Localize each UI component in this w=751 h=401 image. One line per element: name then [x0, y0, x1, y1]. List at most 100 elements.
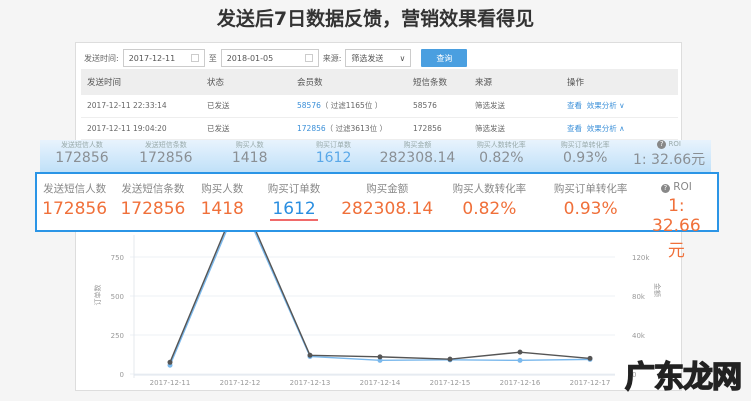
- summary-metric: 购买人数 1418: [208, 140, 292, 173]
- metric-label-text: ROI: [673, 181, 692, 193]
- metric-label: 购买人数: [208, 140, 292, 150]
- x-tick-label: 2017-12-15: [430, 379, 471, 387]
- x-tick-label: 2017-12-13: [290, 379, 331, 387]
- metric-label: 购买人数转化率: [459, 140, 543, 150]
- metric-label: 购买人数转化率: [445, 181, 533, 196]
- data-point: [517, 357, 523, 363]
- metric-label-text: 购买人数转化率: [452, 183, 527, 195]
- metric-label: 发送短信条数: [120, 181, 186, 196]
- metric-value-text: 0.93%: [562, 150, 608, 166]
- metric-label: 购买金额: [341, 181, 433, 196]
- metric-value-text: 172856: [120, 199, 186, 219]
- summary-metric: ? ROI 1: 32.66元: [627, 140, 711, 173]
- metric-value-text[interactable]: 1612: [270, 199, 318, 221]
- y-tick-label: 500: [111, 293, 124, 301]
- metric-value-text[interactable]: 1612: [316, 150, 352, 166]
- metric-value-text: 1418: [231, 150, 268, 166]
- metric-label-text: 购买金额: [403, 141, 432, 149]
- metric-label-text: 购买金额: [366, 183, 409, 195]
- x-tick-label: 2017-12-17: [570, 379, 611, 387]
- metric-value: 0.93%: [543, 150, 627, 166]
- metric-value-text: 282308.14: [341, 199, 434, 219]
- y-tick-label: 250: [111, 332, 124, 340]
- metric-value: 0.82%: [459, 150, 543, 166]
- metric-value: 172856: [40, 150, 124, 166]
- metric-value: 1612: [259, 199, 329, 221]
- metric-label: 购买金额: [376, 140, 460, 150]
- x-tick-label: 2017-12-11: [150, 379, 191, 387]
- data-point: [587, 355, 593, 361]
- metric-label: ? ROI: [648, 181, 705, 193]
- summary-metric: 发送短信人数 172856: [40, 140, 124, 173]
- metric-label: 购买订单数: [292, 140, 376, 150]
- metric-value: 0.93%: [546, 199, 636, 219]
- y2-tick-label: 80k: [632, 293, 646, 301]
- metric-label-text: 发送短信人数: [43, 183, 107, 195]
- metric-label-text: 发送短信条数: [144, 141, 187, 149]
- metric-label-text: 购买人数转化率: [476, 141, 526, 149]
- metric-value: 1612: [292, 150, 376, 166]
- metric-value-text: 1: 32.66元: [652, 196, 701, 261]
- metric-value-text: 0.82%: [462, 199, 517, 219]
- metric-label: 发送短信条数: [124, 140, 208, 150]
- y-axis-label: 订单数: [93, 285, 102, 306]
- metric-label-text: 购买订单数: [316, 141, 352, 149]
- summary-metric: 购买订单数 1612: [292, 140, 376, 173]
- metric-value: 1: 32.66元: [648, 196, 705, 261]
- metric-value: 1418: [208, 150, 292, 166]
- metric-value-text: 172856: [139, 150, 193, 166]
- metric-value-text: 1418: [200, 199, 244, 219]
- metric-value: 172856: [120, 199, 186, 219]
- data-point: [517, 349, 523, 355]
- metric-value-text: 172856: [42, 199, 108, 219]
- metric-value-text: 1: 32.66元: [632, 152, 706, 168]
- metric-value: 1418: [198, 199, 247, 219]
- metric-label-text: 购买订单数: [267, 183, 321, 195]
- metric-label: 发送短信人数: [40, 140, 124, 150]
- metric-label: ? ROI: [627, 140, 711, 149]
- summary-metric: 发送短信条数 172856: [124, 140, 208, 173]
- data-point: [447, 356, 453, 362]
- metric-value: 282308.14: [376, 150, 460, 166]
- y2-axis-label: 金额: [653, 283, 662, 297]
- metric-value-text: 0.93%: [563, 199, 618, 219]
- metric-label-text: 购买订单转化率: [553, 183, 628, 195]
- help-icon[interactable]: ?: [660, 184, 670, 193]
- metric-value-text: 282308.14: [379, 150, 456, 166]
- metric-value-text: 172856: [55, 150, 109, 166]
- summary-metric: 发送短信人数 172856: [41, 174, 108, 230]
- data-point: [307, 352, 313, 358]
- metric-label: 购买人数: [198, 181, 247, 196]
- summary-metric: 购买金额 282308.14: [341, 174, 433, 230]
- metric-label-text: 购买订单转化率: [560, 141, 610, 149]
- metric-label-text: 购买人数: [201, 183, 244, 195]
- x-tick-label: 2017-12-14: [360, 379, 401, 387]
- summary-metric: 购买人数 1418: [198, 174, 247, 230]
- metric-value: 1: 32.66元: [627, 149, 711, 169]
- metric-label-text: 发送短信条数: [121, 183, 185, 195]
- y2-tick-label: 40k: [632, 332, 646, 340]
- help-icon[interactable]: ?: [657, 140, 667, 149]
- metric-label: 购买订单数: [259, 181, 329, 196]
- summary-metric: ? ROI 1: 32.66元: [648, 174, 705, 261]
- y-tick-label: 0: [120, 371, 124, 379]
- metric-label: 购买订单转化率: [543, 140, 627, 150]
- metric-value: 172856: [41, 199, 108, 219]
- data-point: [167, 359, 173, 365]
- metric-label: 发送短信人数: [41, 181, 108, 196]
- summary-metric: 购买订单转化率 0.93%: [543, 140, 627, 173]
- summary-metric: 购买金额 282308.14: [376, 140, 460, 173]
- summary-row-background: 发送短信人数 172856 发送短信条数 172856 购买人数 1418 购买订单数 161…: [40, 140, 711, 173]
- summary-metric: 购买人数转化率 0.82%: [445, 174, 533, 230]
- summary-metric: 发送短信条数 172856: [120, 174, 186, 230]
- metric-label-text: ROI: [668, 140, 681, 148]
- y-tick-label: 750: [111, 254, 124, 262]
- metric-value-text: 0.82%: [479, 150, 524, 166]
- metric-label-text: 购买人数: [235, 141, 264, 149]
- data-point: [377, 354, 383, 360]
- x-tick-label: 2017-12-16: [500, 379, 541, 387]
- summary-highlight-card: 发送短信人数 172856 发送短信条数 172856 购买人数 1418 购买订单数 161…: [35, 172, 719, 261]
- metric-value: 172856: [124, 150, 208, 166]
- summary-metric: 购买订单数 1612: [259, 174, 329, 230]
- metric-label: 购买订单转化率: [546, 181, 636, 196]
